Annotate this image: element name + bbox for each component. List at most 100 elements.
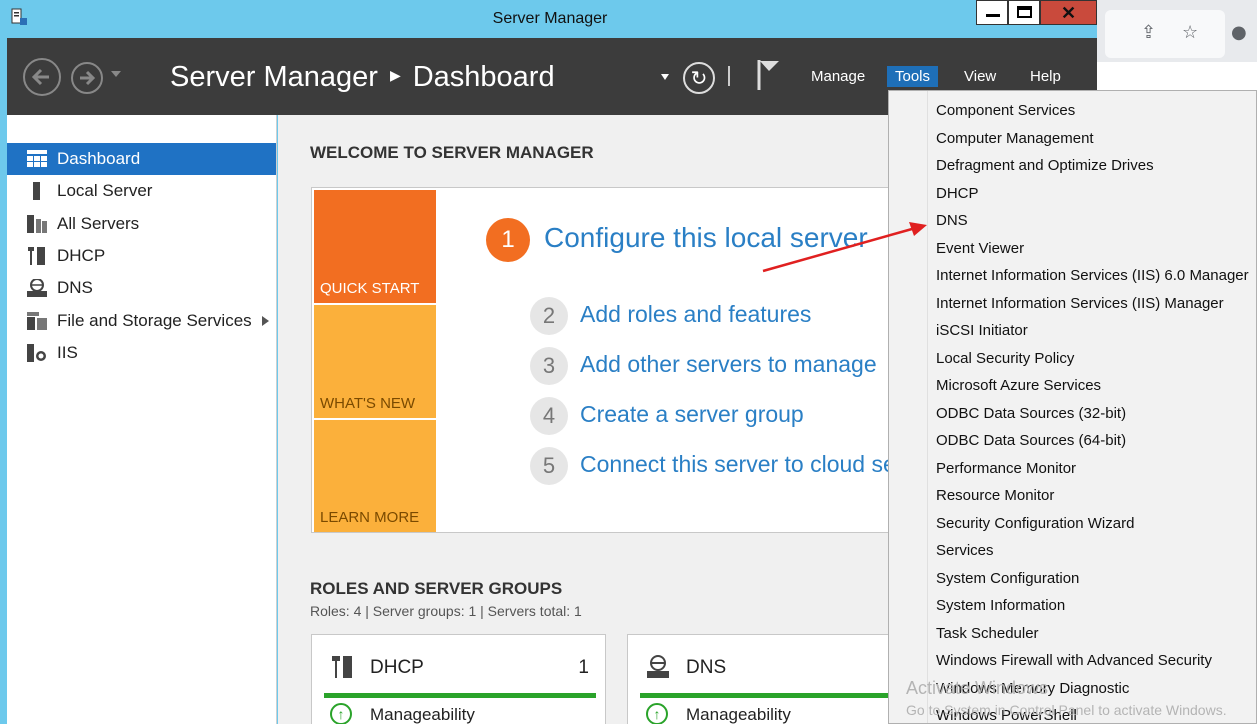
tools-menu-item[interactable]: Internet Information Services (IIS) 6.0 …: [936, 267, 1249, 284]
bookmark-star-icon[interactable]: ☆: [1182, 22, 1198, 43]
status-ok-icon: ↑: [646, 703, 668, 724]
menu-manage[interactable]: Manage: [811, 68, 865, 85]
tools-menu-item[interactable]: System Configuration: [936, 570, 1079, 587]
tools-menu-item[interactable]: Microsoft Azure Services: [936, 377, 1101, 394]
maximize-icon: [1017, 6, 1032, 18]
sidebar-item-file-storage[interactable]: File and Storage Services: [7, 305, 276, 337]
tile-label: LEARN MORE: [320, 509, 420, 526]
card-title: DHCP: [370, 657, 424, 678]
tools-menu-item[interactable]: Local Security Policy: [936, 350, 1074, 367]
refresh-icon[interactable]: ↻: [683, 62, 715, 94]
dhcp-icon: [332, 656, 352, 678]
step-number: 2: [530, 297, 568, 335]
step-create-group-link[interactable]: Create a server group: [580, 401, 804, 428]
tile-label: WHAT'S NEW: [320, 395, 416, 412]
tile-quick-start[interactable]: QUICK START: [314, 190, 436, 303]
sidebar-item-label: IIS: [57, 343, 78, 362]
tools-menu-item[interactable]: DHCP: [936, 185, 979, 202]
close-button[interactable]: ✕: [1040, 0, 1097, 25]
servers-icon: [27, 215, 47, 233]
expand-arrow-icon[interactable]: [262, 316, 269, 326]
tools-menu-item[interactable]: Security Configuration Wizard: [936, 515, 1134, 532]
window-title: Server Manager: [492, 10, 608, 27]
step-number: 3: [530, 347, 568, 385]
welcome-panel: QUICK START WHAT'S NEW LEARN MORE 1 Conf…: [311, 187, 956, 533]
menu-help[interactable]: Help: [1030, 68, 1061, 85]
sidebar-item-label: Local Server: [57, 181, 153, 200]
tools-menu-item[interactable]: Component Services: [936, 102, 1075, 119]
tools-menu-item[interactable]: Services: [936, 542, 994, 559]
title-bar: Server Manager ✕: [0, 0, 1097, 38]
sidebar-item-iis[interactable]: IIS: [7, 337, 276, 369]
breadcrumb: Server Manager ▶ Dashboard: [170, 61, 555, 94]
breadcrumb-page: Dashboard: [412, 61, 555, 93]
tools-menu-item[interactable]: System Information: [936, 597, 1065, 614]
role-card-dns[interactable]: DNS ↑ Manageability: [627, 634, 922, 724]
browser-tab-strip: [1105, 10, 1225, 58]
step-add-servers-link[interactable]: Add other servers to manage: [580, 351, 877, 378]
tools-menu-item[interactable]: Performance Monitor: [936, 460, 1076, 477]
iis-icon: [27, 344, 46, 362]
tools-menu-item[interactable]: Defragment and Optimize Drives: [936, 157, 1154, 174]
sidebar-item-label: DNS: [57, 278, 93, 297]
sidebar-item-label: File and Storage Services: [57, 311, 252, 330]
tools-menu-item[interactable]: Windows Firewall with Advanced Security: [936, 652, 1212, 669]
roles-summary: Roles: 4 | Server groups: 1 | Servers to…: [310, 603, 582, 619]
breadcrumb-separator-icon: ▶: [389, 67, 401, 83]
tools-menu-item[interactable]: Event Viewer: [936, 240, 1024, 257]
history-dropdown-icon[interactable]: [111, 71, 121, 77]
tools-menu-item[interactable]: Resource Monitor: [936, 487, 1054, 504]
dns-icon: [647, 655, 669, 678]
tools-menu-item[interactable]: DNS: [936, 212, 968, 229]
tile-learn-more[interactable]: LEARN MORE: [314, 420, 436, 532]
tools-dropdown-menu: Component Services Computer Management Def…: [888, 90, 1257, 724]
step-configure-local-server-link[interactable]: Configure this local server: [544, 222, 868, 254]
share-icon[interactable]: ⇪: [1141, 22, 1156, 43]
sidebar-item-all-servers[interactable]: All Servers: [7, 208, 276, 240]
card-status[interactable]: Manageability: [370, 705, 475, 724]
maximize-button[interactable]: [1008, 0, 1040, 25]
step-add-roles-link[interactable]: Add roles and features: [580, 301, 811, 328]
role-card-dhcp[interactable]: DHCP 1 ↑ Manageability: [311, 634, 606, 724]
menu-view[interactable]: View: [964, 68, 996, 85]
notifications-flag-icon[interactable]: [755, 58, 783, 92]
sidebar-item-label: All Servers: [57, 214, 140, 233]
tools-menu-item[interactable]: Task Scheduler: [936, 625, 1039, 642]
breadcrumb-dropdown-icon[interactable]: [661, 74, 669, 80]
forward-arrow-icon: [80, 70, 96, 86]
tools-menu-item[interactable]: ODBC Data Sources (32-bit): [936, 405, 1126, 422]
card-status[interactable]: Manageability: [686, 705, 791, 724]
forward-button[interactable]: [71, 62, 103, 94]
close-icon: ✕: [1060, 3, 1077, 23]
sidebar-item-local-server[interactable]: Local Server: [7, 175, 276, 207]
tile-label: QUICK START: [320, 280, 420, 297]
sidebar-item-label: Dashboard: [57, 149, 141, 168]
sidebar-item-dhcp[interactable]: DHCP: [7, 240, 276, 272]
tile-whats-new[interactable]: WHAT'S NEW: [314, 305, 436, 418]
back-button[interactable]: [23, 58, 61, 96]
status-ok-icon: ↑: [330, 703, 352, 724]
tools-menu-item[interactable]: Internet Information Services (IIS) Mana…: [936, 295, 1224, 312]
dashboard-icon: [27, 150, 47, 167]
back-arrow-icon: [31, 68, 49, 86]
sidebar-item-dns[interactable]: DNS: [7, 272, 276, 304]
tools-menu-item[interactable]: iSCSI Initiator: [936, 322, 1028, 339]
sidebar-item-dashboard[interactable]: Dashboard: [7, 143, 276, 175]
tools-menu-item[interactable]: Computer Management: [936, 130, 1094, 147]
tools-menu-item[interactable]: ODBC Data Sources (64-bit): [936, 432, 1126, 449]
breadcrumb-root[interactable]: Server Manager: [170, 61, 378, 93]
dns-icon: [27, 279, 47, 297]
profile-icon[interactable]: ●: [1231, 22, 1247, 43]
dhcp-icon: [28, 247, 45, 265]
step-number: 4: [530, 397, 568, 435]
welcome-heading: WELCOME TO SERVER MANAGER: [310, 143, 594, 162]
minimize-button[interactable]: [976, 0, 1008, 25]
status-bar: [640, 693, 912, 698]
menu-tools[interactable]: Tools: [887, 66, 939, 87]
step-number: 5: [530, 447, 568, 485]
activation-watermark-text: Go to System in Control Panel to activat…: [906, 702, 1227, 718]
step-number: 1: [486, 218, 530, 262]
sidebar-item-label: DHCP: [57, 246, 106, 265]
activation-watermark-title: Activate Windows: [906, 678, 1049, 698]
status-bar: [324, 693, 596, 698]
